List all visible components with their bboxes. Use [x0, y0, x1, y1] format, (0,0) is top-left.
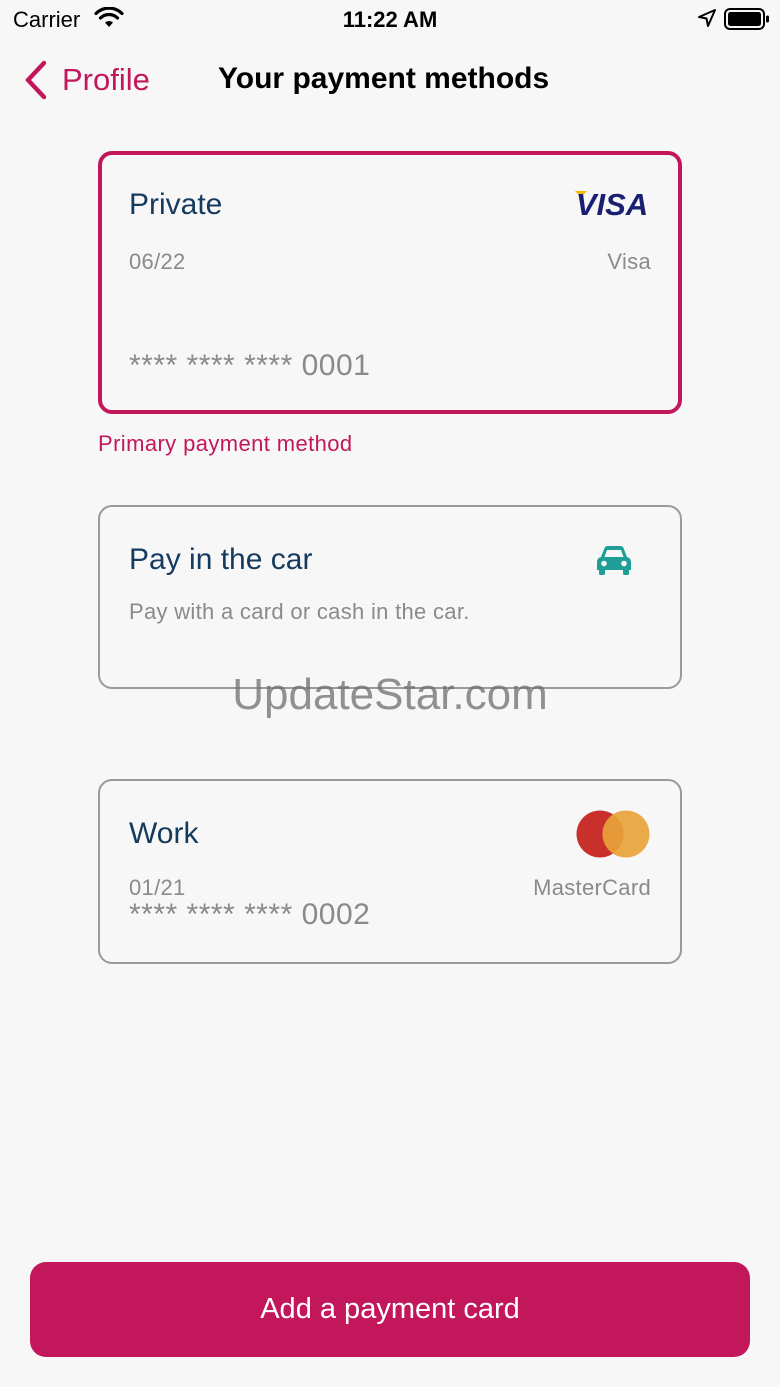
mastercard-logo-icon: [574, 809, 652, 864]
visa-logo-icon: VISA: [573, 185, 651, 224]
visa-logo-text: VISA: [576, 187, 648, 219]
payment-methods-screen: Carrier 11:22 AM Profile Your payment me…: [0, 0, 780, 1387]
back-button-label: Profile: [62, 62, 150, 97]
battery-icon: [724, 8, 770, 35]
card-title: Work: [129, 817, 199, 850]
payment-option-pay-in-car[interactable]: Pay in the car Pay with a card or cash i…: [98, 505, 682, 689]
watermark: UpdateStar.com: [232, 670, 548, 719]
payment-card-work[interactable]: Work 01/21 MasterCard **** **** **** 000…: [98, 779, 682, 964]
location-arrow-icon: [697, 8, 717, 33]
card-number: **** **** **** 0001: [129, 349, 371, 382]
card-brand: MasterCard: [533, 875, 651, 900]
card-expiry: 06/22: [129, 249, 186, 274]
card-title: Private: [129, 188, 223, 221]
back-button[interactable]: Profile: [22, 58, 150, 102]
page-title: Your payment methods: [218, 62, 550, 95]
status-bar: Carrier 11:22 AM: [0, 0, 780, 40]
nav-bar: Profile Your payment methods: [0, 50, 780, 110]
card-title: Pay in the car: [129, 543, 313, 576]
clock: 11:22 AM: [342, 7, 438, 32]
add-payment-card-button[interactable]: Add a payment card: [30, 1262, 750, 1357]
chevron-left-icon: [25, 60, 47, 100]
card-subtitle: Pay with a card or cash in the car.: [129, 599, 470, 624]
card-brand: Visa: [607, 249, 651, 274]
card-number: **** **** **** 0002: [129, 898, 371, 931]
payment-card-private[interactable]: Private VISA 06/22 Visa **** **** **** 0…: [98, 151, 682, 414]
car-icon: [595, 543, 633, 582]
primary-payment-label: Primary payment method: [98, 431, 353, 456]
